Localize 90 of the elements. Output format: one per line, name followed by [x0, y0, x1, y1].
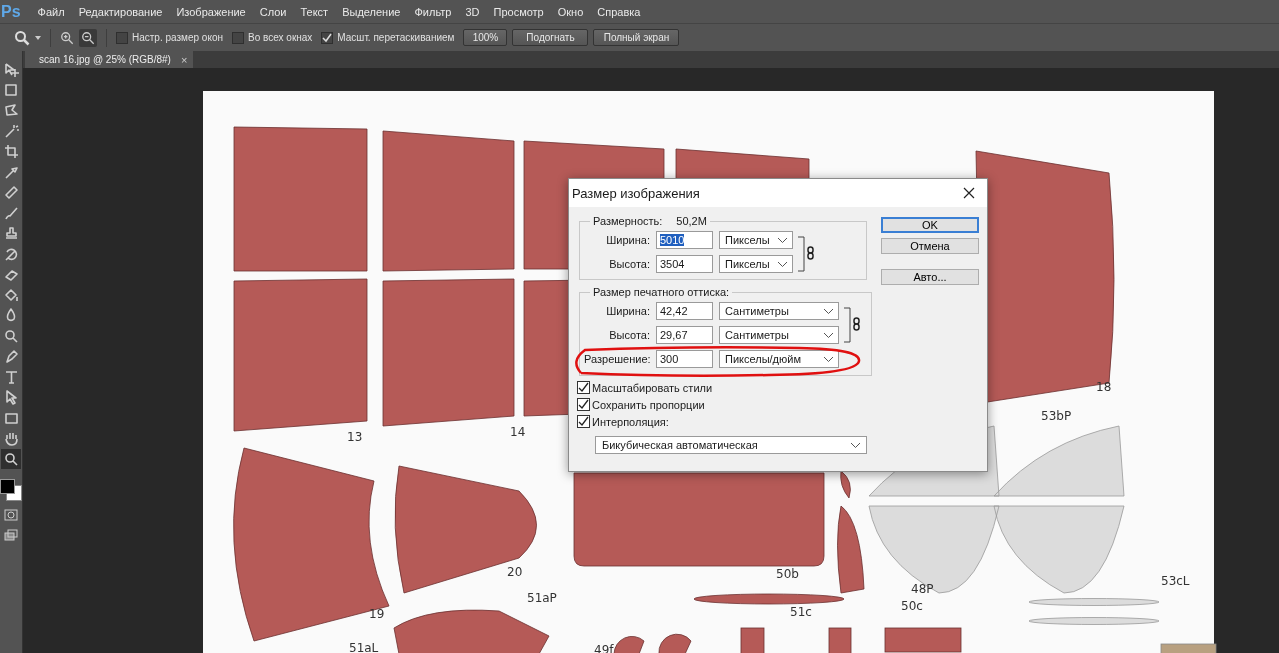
checkbox[interactable]	[116, 31, 128, 44]
dialog-button[interactable]: OK	[881, 217, 979, 233]
menu-item[interactable]: Просмотр	[486, 5, 551, 18]
input-field[interactable]: 29,67	[656, 326, 713, 344]
field-label: Ширина:	[605, 234, 650, 246]
caret-icon	[824, 332, 833, 338]
caret-icon	[778, 237, 787, 243]
color-swatches[interactable]	[0, 477, 22, 501]
part-number: 48P	[911, 582, 934, 596]
caret-icon	[851, 442, 860, 448]
part-number: 18	[1096, 380, 1112, 394]
part-number: 51c	[790, 605, 812, 619]
dialog-title: Размер изображения	[572, 185, 700, 201]
input-field[interactable]: 3504	[656, 255, 713, 273]
close-icon[interactable]	[963, 187, 975, 199]
menu-item[interactable]: Окно	[550, 5, 591, 18]
app-logo: Ps	[1, 2, 22, 21]
menu-item[interactable]: 3D	[458, 5, 487, 18]
checkbox[interactable]	[577, 415, 590, 428]
part-number: 14	[510, 425, 526, 439]
checkbox-label: Масштабировать стили	[592, 381, 713, 394]
move-icon	[3, 61, 19, 78]
menu-item[interactable]: Фильтр	[407, 5, 459, 18]
field-label: Высота:	[608, 258, 650, 270]
marquee-icon	[3, 81, 19, 98]
checkbox[interactable]	[577, 381, 590, 394]
caret-icon	[778, 261, 787, 267]
unit-dropdown[interactable]: Пикселы/дюйм	[719, 350, 839, 368]
menu-item[interactable]: Редактирование	[71, 5, 170, 18]
pen-icon	[3, 348, 19, 365]
checkbox-label: Масшт. перетаскиванием	[337, 32, 455, 43]
file-size-value: 50,2M	[676, 215, 707, 227]
field-label: Разрешение:	[584, 353, 650, 365]
checkbox-label: Интерполяция:	[592, 415, 669, 428]
part-number: 53cL	[1161, 574, 1190, 588]
hand-icon	[3, 430, 19, 447]
menu-item[interactable]: Текст	[293, 5, 336, 18]
toolbar-button[interactable]: 100%	[463, 29, 508, 46]
group-label: Размер печатного оттиска:	[593, 286, 730, 298]
part-number: 50b	[776, 567, 799, 581]
tool-button[interactable]	[1, 448, 21, 469]
menu-item[interactable]: Слои	[252, 5, 294, 18]
group-label: Размерность:	[593, 215, 663, 227]
wand-icon	[3, 122, 19, 139]
crop-icon	[3, 143, 19, 160]
part-number: 19	[369, 607, 385, 621]
zoom-out-button[interactable]	[79, 28, 97, 47]
type-icon	[3, 368, 19, 385]
zoom-in-icon[interactable]	[60, 30, 74, 45]
menu-item[interactable]: Выделение	[335, 5, 408, 18]
checkbox-label: Настр. размер окон	[132, 32, 223, 43]
input-field[interactable]: 300	[656, 350, 713, 368]
part-number: 53bP	[1041, 409, 1072, 423]
menu-item[interactable]: Справка	[590, 5, 648, 18]
input-field[interactable]: 42,42	[656, 302, 713, 320]
input-field[interactable]: 5010	[656, 231, 713, 249]
caret-icon	[824, 356, 833, 362]
interpolation-dropdown[interactable]: Бикубическая автоматическая	[595, 436, 867, 454]
arrow-icon	[3, 389, 19, 406]
menu-item[interactable]: Изображение	[169, 5, 253, 18]
dialog-button[interactable]: Авто...	[881, 269, 979, 285]
screen-mode-icon[interactable]	[4, 529, 18, 541]
field-label: Высота:	[608, 329, 650, 341]
caret-icon[interactable]	[35, 35, 41, 40]
stamp-icon	[3, 225, 19, 242]
checkbox-label: Сохранить пропорции	[592, 398, 705, 411]
caret-icon	[824, 308, 833, 314]
quick-mask-icon[interactable]	[4, 509, 18, 521]
part-number: 51aL	[349, 641, 379, 653]
part-number: 13	[347, 430, 363, 444]
checkbox[interactable]	[321, 31, 334, 44]
part-number: 20	[507, 565, 523, 579]
toolbar-button[interactable]: Полный экран	[593, 29, 680, 46]
zoom-out-icon	[81, 30, 95, 45]
document-tab[interactable]: scan 16.jpg @ 25% (RGB/8#) ×	[25, 51, 194, 68]
zoom-tool-icon[interactable]	[14, 29, 30, 46]
checkbox[interactable]	[232, 31, 244, 44]
menu-item[interactable]: Файл	[30, 5, 72, 18]
toolbar-button[interactable]: Подогнать	[512, 29, 589, 46]
dialog-button[interactable]: Отмена	[881, 238, 979, 254]
unit-dropdown[interactable]: Пикселы	[719, 231, 793, 249]
field-label: Ширина:	[605, 305, 650, 317]
checkbox[interactable]	[577, 398, 590, 411]
zoom-icon	[3, 450, 19, 467]
part-number: 50c	[901, 599, 923, 613]
checkbox-label: Во всех окнах	[248, 32, 313, 43]
unit-dropdown[interactable]: Сантиметры	[719, 302, 839, 320]
unit-dropdown[interactable]: Пикселы	[719, 255, 793, 273]
part-number: 51aP	[527, 591, 557, 605]
unit-dropdown[interactable]: Сантиметры	[719, 326, 839, 344]
